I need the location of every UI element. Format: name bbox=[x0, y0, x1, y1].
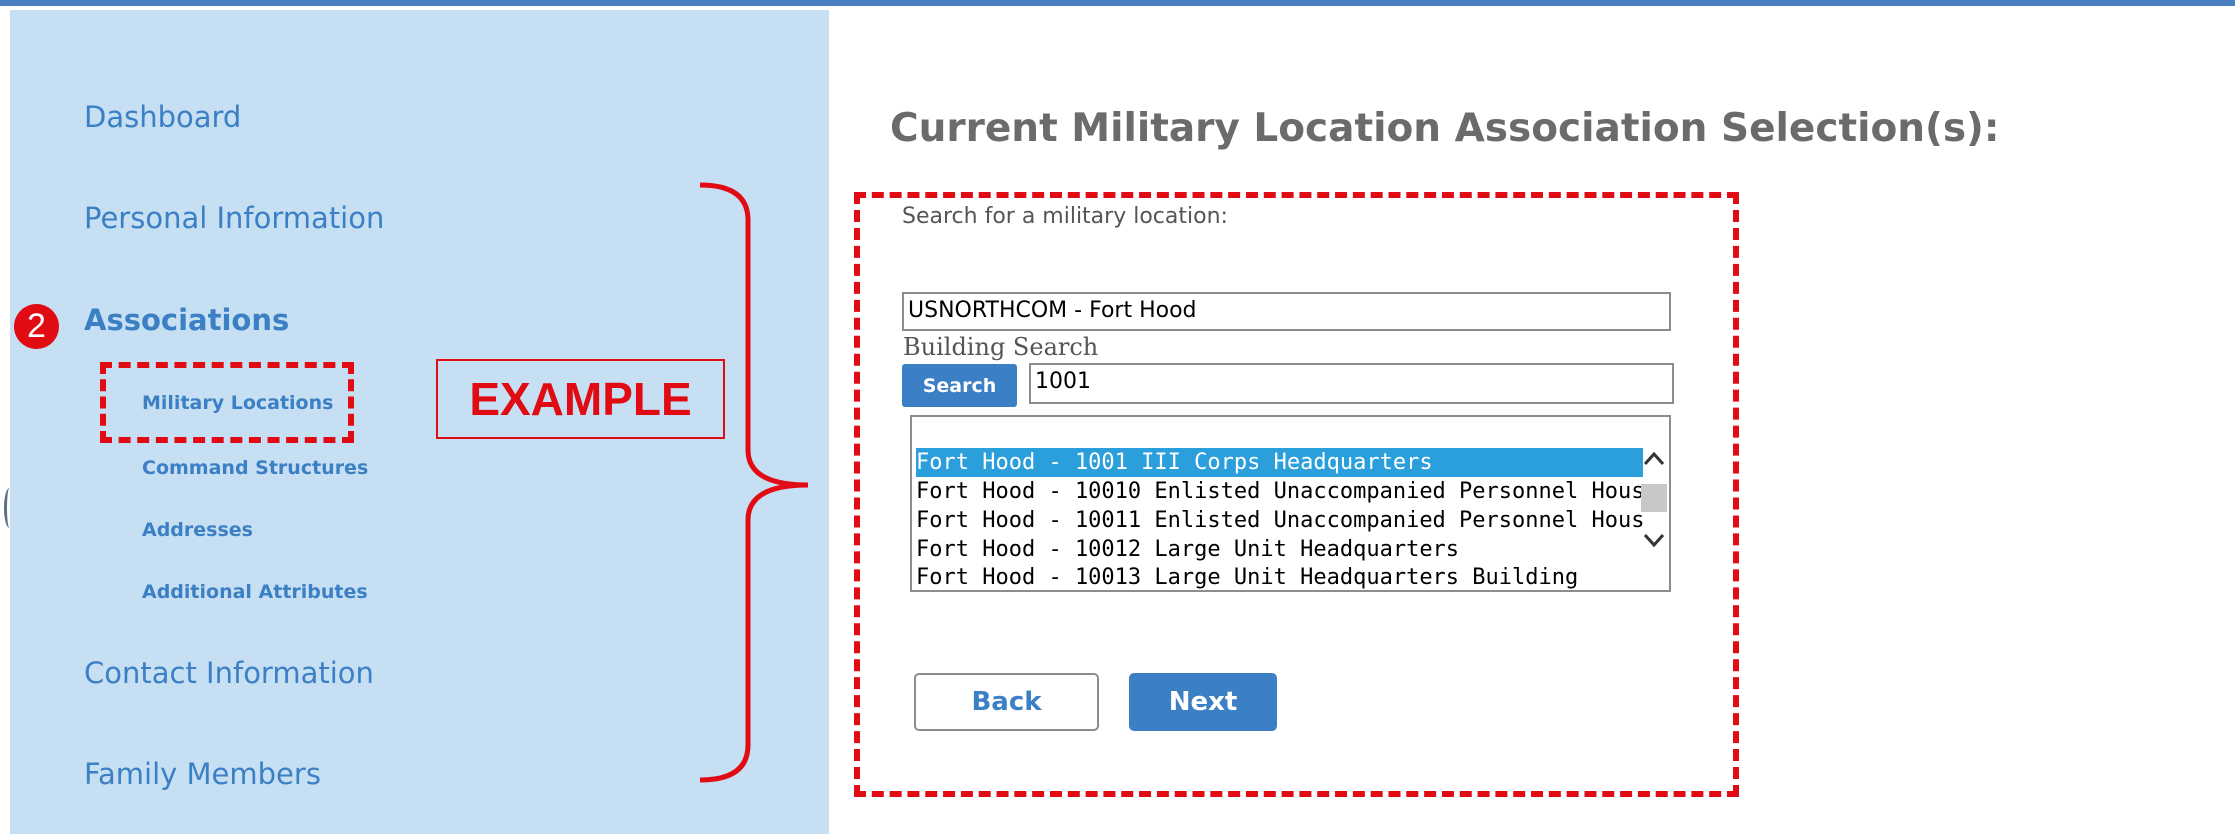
list-item[interactable]: Fort Hood - 10010 Enlisted Unaccompanied… bbox=[916, 477, 1643, 506]
sidebar-item-contact-information[interactable]: Contact Information bbox=[84, 656, 374, 690]
military-location-field[interactable]: USNORTHCOM - Fort Hood bbox=[902, 292, 1671, 331]
sidebar-item-family-members[interactable]: Family Members bbox=[84, 757, 321, 791]
next-button[interactable]: Next bbox=[1129, 673, 1277, 731]
sidebar-subitem-additional-attributes[interactable]: Additional Attributes bbox=[142, 581, 368, 603]
sidebar-item-dashboard[interactable]: Dashboard bbox=[84, 100, 241, 134]
chevron-down-icon[interactable] bbox=[1641, 530, 1667, 550]
building-results-listbox[interactable]: Fort Hood - 1001 III Corps Headquarters … bbox=[910, 415, 1671, 592]
sidebar-item-associations[interactable]: Associations bbox=[84, 303, 289, 337]
military-location-search-label: Search for a military location: bbox=[902, 204, 1228, 229]
example-label: EXAMPLE bbox=[436, 359, 725, 439]
step-number-badge: 2 bbox=[14, 304, 59, 349]
results-scrollbar[interactable] bbox=[1641, 444, 1667, 574]
list-item[interactable]: Fort Hood - 10012 Large Unit Headquarter… bbox=[916, 535, 1643, 564]
building-search-input[interactable]: 1001 bbox=[1029, 363, 1674, 404]
top-border-line bbox=[0, 0, 2235, 6]
highlight-military-locations bbox=[100, 362, 354, 443]
sidebar-subitem-addresses[interactable]: Addresses bbox=[142, 519, 253, 541]
list-item[interactable]: Fort Hood - 1001 III Corps Headquarters bbox=[916, 448, 1643, 477]
chevron-up-icon[interactable] bbox=[1641, 449, 1667, 469]
back-button[interactable]: Back bbox=[914, 673, 1099, 731]
curly-brace-annotation bbox=[699, 182, 809, 783]
list-item[interactable]: Fort Hood - 10011 Enlisted Unaccompanied… bbox=[916, 506, 1643, 535]
list-item[interactable]: Fort Hood - 10013 Large Unit Headquarter… bbox=[916, 563, 1643, 592]
left-edge-fragment bbox=[4, 488, 15, 528]
building-search-label: Building Search bbox=[903, 333, 1099, 361]
sidebar-item-personal-information[interactable]: Personal Information bbox=[84, 201, 384, 235]
search-button[interactable]: Search bbox=[902, 364, 1017, 407]
scroll-thumb[interactable] bbox=[1641, 484, 1667, 512]
sidebar-subitem-command-structures[interactable]: Command Structures bbox=[142, 457, 368, 479]
page-title: Current Military Location Association Se… bbox=[890, 106, 2000, 151]
